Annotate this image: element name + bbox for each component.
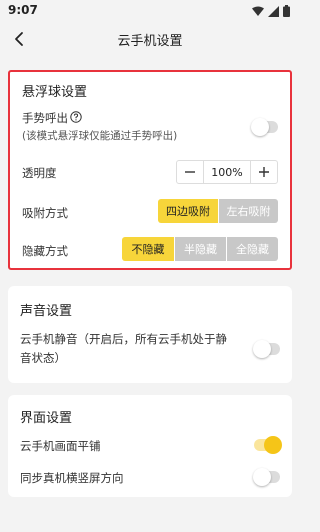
status-time: 9:07 [8,3,38,17]
hide-option-full[interactable]: 全隐藏 [226,237,278,261]
sync-orientation-toggle[interactable] [253,468,280,486]
wifi-icon [252,6,264,16]
display-settings-card: 界面设置 云手机画面平铺 同步真机横竖屏方向 [8,395,292,497]
signal-icon [268,5,279,17]
minus-icon [185,171,195,173]
attach-mode-selector: 四边吸附 左右吸附 [158,199,278,223]
tile-label: 云手机画面平铺 [20,439,101,453]
toggle-knob [251,118,269,136]
mute-toggle[interactable] [253,340,280,358]
sound-section-title: 声音设置 [20,304,73,319]
page-title: 云手机设置 [117,34,183,49]
hide-option-half[interactable]: 半隐藏 [174,237,226,261]
mute-label-line1: 云手机静音（开启后，所有云手机处于静 [20,332,227,346]
attach-option-four-sides[interactable]: 四边吸附 [158,199,218,223]
battery-icon [283,5,290,17]
gesture-label: 手势呼出 [22,111,68,125]
sync-orientation-label: 同步真机横竖屏方向 [20,471,124,485]
hide-mode-selector: 不隐藏 半隐藏 全隐藏 [122,237,278,261]
attach-option-left-right[interactable]: 左右吸附 [218,199,278,223]
gesture-toggle[interactable] [251,118,278,136]
header: 云手机设置 [0,22,300,56]
help-icon[interactable] [70,111,82,123]
gesture-label-row: 手势呼出 [22,110,82,126]
status-icons [252,5,290,17]
mute-label-line2: 音状态） [20,351,66,365]
floating-ball-section-title: 悬浮球设置 [22,85,88,100]
hide-label: 隐藏方式 [22,244,68,258]
toggle-knob [264,436,282,454]
decrease-button[interactable] [177,161,203,183]
display-section-title: 界面设置 [20,411,73,426]
status-bar: 9:07 [0,0,300,22]
sound-settings-card: 声音设置 云手机静音（开启后，所有云手机处于静 音状态） [8,286,292,383]
opacity-value: 100% [203,161,251,183]
toggle-knob [253,468,271,486]
hide-option-none[interactable]: 不隐藏 [122,237,174,261]
opacity-label: 透明度 [22,166,57,180]
attach-label: 吸附方式 [22,206,68,220]
tile-toggle[interactable] [254,436,282,454]
increase-button[interactable] [251,161,277,183]
floating-ball-settings-card: 悬浮球设置 手势呼出 (该模式悬浮球仅能通过手势呼出) 透明度 100% 吸附方… [8,70,292,270]
plus-icon [259,167,269,177]
toggle-knob [253,340,271,358]
opacity-stepper[interactable]: 100% [176,160,278,184]
gesture-note: (该模式悬浮球仅能通过手势呼出) [22,130,178,142]
